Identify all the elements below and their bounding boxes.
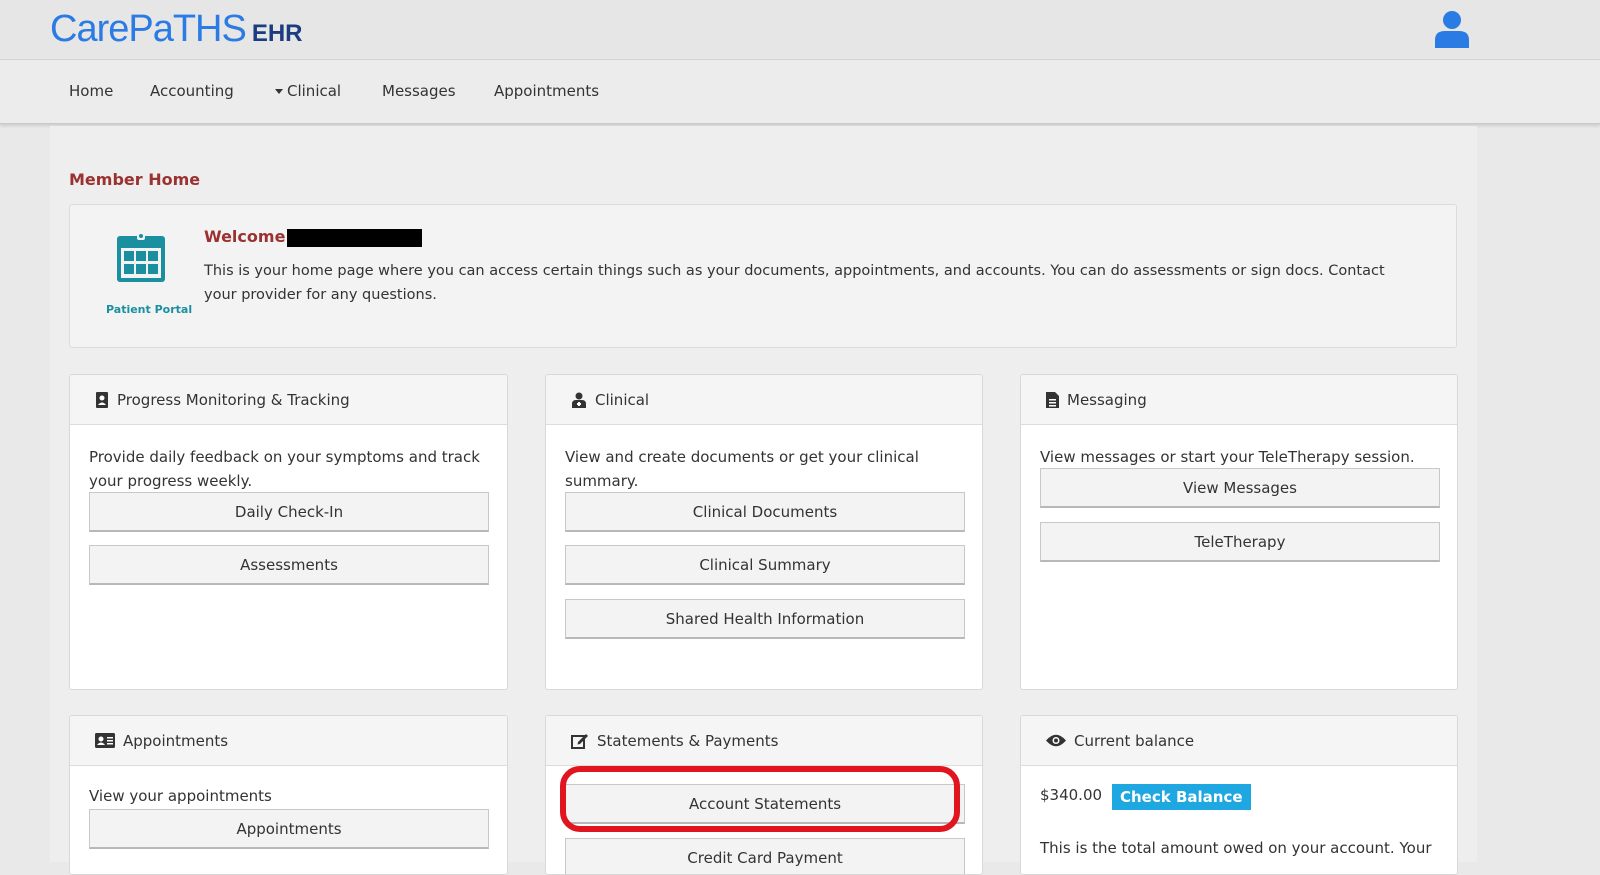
panel-title: Progress Monitoring & Tracking — [117, 390, 350, 409]
top-bar: CarePaTHS EHR — [0, 0, 1600, 60]
panel-description: View your appointments — [89, 787, 272, 805]
panel-current-balance: Current balance $340.00 Check Balance Th… — [1020, 715, 1458, 875]
caret-down-icon — [275, 89, 283, 94]
panel-appointments: Appointments View your appointments Appo… — [69, 715, 508, 875]
panel-header: Progress Monitoring & Tracking — [70, 375, 507, 425]
panel-progress-monitoring: Progress Monitoring & Tracking Provide d… — [69, 374, 508, 690]
logo-carepaths: CarePaTHS — [50, 8, 247, 50]
appointments-button[interactable]: Appointments — [89, 809, 489, 849]
app-logo[interactable]: CarePaTHS EHR — [50, 8, 303, 51]
assessments-button[interactable]: Assessments — [89, 545, 489, 585]
eye-icon — [1046, 734, 1066, 747]
nav-messages[interactable]: Messages — [382, 82, 456, 100]
teletherapy-button[interactable]: TeleTherapy — [1040, 522, 1440, 562]
welcome-text: This is your home page where you can acc… — [204, 263, 1385, 303]
panel-statements-payments: Statements & Payments Account Statements… — [545, 715, 983, 875]
panel-header: Clinical — [546, 375, 982, 425]
main-nav: Home Accounting Clinical Messages Appoin… — [0, 60, 1600, 124]
panel-messaging: Messaging View messages or start your Te… — [1020, 374, 1458, 690]
redacted-name — [287, 229, 422, 247]
view-messages-button[interactable]: View Messages — [1040, 468, 1440, 508]
nav-clinical[interactable]: Clinical — [275, 82, 341, 100]
user-account-icon[interactable] — [1435, 10, 1469, 48]
panel-header: Current balance — [1021, 716, 1457, 766]
account-statements-button[interactable]: Account Statements — [565, 784, 965, 824]
balance-amount: $340.00 — [1040, 786, 1103, 804]
file-text-icon — [1046, 391, 1059, 408]
panel-header: Messaging — [1021, 375, 1457, 425]
welcome-title: Welcome — [204, 227, 286, 246]
shared-health-info-button[interactable]: Shared Health Information — [565, 599, 965, 639]
user-md-icon — [572, 392, 586, 408]
calendar-icon — [117, 232, 165, 282]
nav-home[interactable]: Home — [69, 82, 113, 100]
clinical-documents-button[interactable]: Clinical Documents — [565, 492, 965, 532]
nav-accounting[interactable]: Accounting — [150, 82, 234, 100]
panel-title: Appointments — [123, 731, 229, 750]
panel-title: Current balance — [1074, 731, 1195, 750]
welcome-box: Patient Portal Welcome This is your home… — [69, 204, 1457, 348]
nav-clinical-label: Clinical — [287, 82, 342, 100]
daily-check-in-button[interactable]: Daily Check-In — [89, 492, 489, 532]
id-card-icon — [95, 733, 115, 748]
edit-icon — [571, 733, 588, 749]
patient-portal-label: Patient Portal — [106, 303, 193, 316]
panel-description: View and create documents or get your cl… — [565, 448, 919, 490]
panel-clinical: Clinical View and create documents or ge… — [545, 374, 983, 690]
panel-title: Statements & Payments — [597, 731, 779, 750]
balance-description: This is the total amount owed on your ac… — [1040, 839, 1432, 857]
panel-header: Appointments — [70, 716, 507, 766]
address-book-icon — [96, 391, 108, 408]
panel-title: Messaging — [1067, 390, 1147, 409]
panel-header: Statements & Payments — [546, 716, 982, 766]
panel-description: Provide daily feedback on your symptoms … — [89, 448, 480, 490]
check-balance-button[interactable]: Check Balance — [1112, 784, 1251, 810]
page-title: Member Home — [69, 170, 201, 189]
logo-ehr: EHR — [251, 20, 303, 47]
panel-description: View messages or start your TeleTherapy … — [1040, 448, 1415, 466]
clinical-summary-button[interactable]: Clinical Summary — [565, 545, 965, 585]
panel-title: Clinical — [595, 390, 650, 409]
credit-card-payment-button[interactable]: Credit Card Payment — [565, 838, 965, 874]
nav-appointments[interactable]: Appointments — [494, 82, 599, 100]
